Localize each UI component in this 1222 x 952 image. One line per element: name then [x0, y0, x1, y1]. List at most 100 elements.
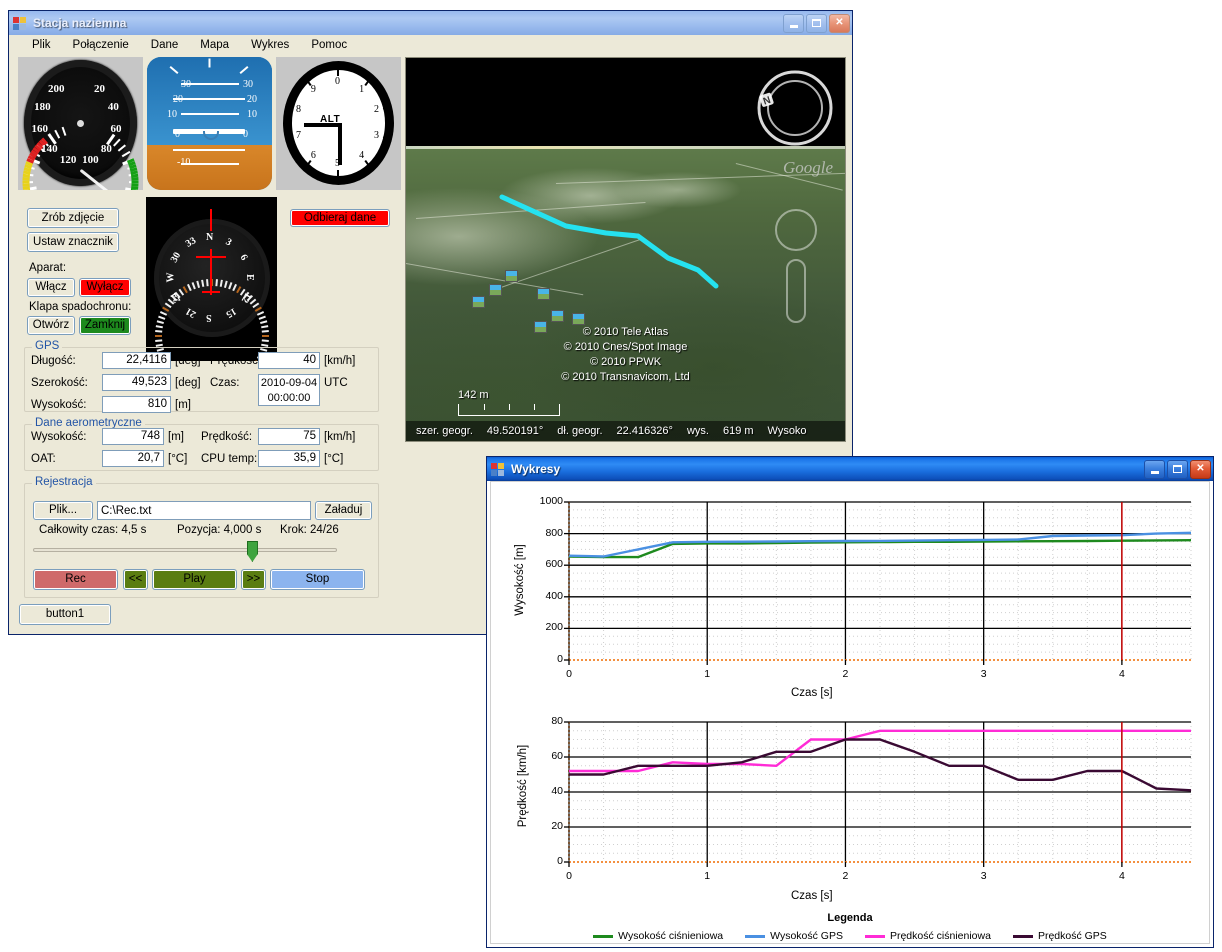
- legend-title: Legenda: [827, 912, 873, 924]
- photo-marker[interactable]: [472, 296, 485, 308]
- minimize-button[interactable]: [783, 13, 804, 33]
- navigation-compass-icon[interactable]: N: [749, 70, 833, 154]
- legend-swatch: [864, 934, 885, 938]
- aero-altitude-unit: [m]: [168, 431, 184, 443]
- x-tick-label: 0: [566, 668, 572, 680]
- gps-altitude-field[interactable]: 810: [102, 396, 171, 413]
- photo-marker[interactable]: [551, 310, 564, 322]
- airspeed-tick-label: 140: [41, 142, 58, 155]
- app-icon: [491, 462, 506, 476]
- parachute-label: Klapa spadochronu:: [29, 301, 132, 313]
- airspeed-tick-label: 60: [110, 122, 122, 135]
- recording-group-caption: Rejestracja: [32, 476, 96, 488]
- legend-swatch: [593, 934, 614, 938]
- maximize-button[interactable]: [806, 13, 827, 33]
- file-path-input[interactable]: C:\Rec.txt: [97, 501, 311, 520]
- compass: N 3 6 E 12 15 S 21 24 W 30 33: [146, 197, 277, 361]
- x-tick-label: 2: [842, 870, 849, 882]
- gps-longitude-unit: [deg]: [175, 355, 201, 367]
- aero-cpu-field[interactable]: 35,9: [258, 450, 320, 467]
- file-button[interactable]: Plik...: [33, 501, 93, 520]
- altimeter-tick-label: 9: [310, 83, 316, 95]
- load-button[interactable]: Załaduj: [315, 501, 372, 520]
- menu-item-mapa[interactable]: Mapa: [189, 37, 240, 53]
- gps-time-unit: UTC: [324, 377, 348, 389]
- photo-marker[interactable]: [537, 288, 550, 300]
- map-attribution-line: © 2010 Transnavicom, Ltd: [561, 371, 690, 383]
- gps-time-field[interactable]: 2010-09-04 00:00:00: [258, 374, 320, 406]
- map-lat-value: 49.520191°: [486, 425, 544, 437]
- charts-window-title: Wykresy: [511, 462, 561, 476]
- charts-window[interactable]: Wykresy ✕ Wysokość [m] Czas [s] 0 200 400 6…: [486, 456, 1214, 948]
- speed-chart[interactable]: Prędkość [km/h] Czas [s] 0 20 40 60 80 0 1 2 3 4: [491, 710, 1207, 910]
- compass-tick-label: N: [206, 232, 214, 243]
- photo-marker[interactable]: [572, 313, 585, 325]
- map-attribution-line: © 2010 PPWK: [589, 356, 662, 368]
- camera-on-button[interactable]: Włącz: [27, 278, 75, 297]
- menu-item-plik[interactable]: Plik: [21, 37, 62, 53]
- button1[interactable]: button1: [19, 604, 111, 625]
- map-elev-value: 619 m: [722, 425, 754, 437]
- next-button[interactable]: >>: [241, 569, 266, 590]
- gps-longitude-field[interactable]: 22,4116: [102, 352, 171, 369]
- aero-altitude-label: Wysokość:: [31, 431, 87, 443]
- minimize-button[interactable]: [1144, 459, 1165, 479]
- x-tick-label: 3: [980, 668, 987, 680]
- map-zoom-slider[interactable]: [775, 208, 817, 328]
- menu-item-dane[interactable]: Dane: [140, 37, 190, 53]
- parachute-open-button[interactable]: Otwórz: [27, 316, 75, 335]
- attitude-tick-label: -10: [177, 157, 191, 168]
- airspeed-tick-label: 40: [107, 100, 119, 113]
- aero-altitude-field[interactable]: 748: [102, 428, 164, 445]
- airspeed-tick-label: 100: [82, 154, 99, 167]
- map-status-bar: szer. geogr. 49.520191° dł. geogr. 22.41…: [406, 421, 845, 441]
- charts-titlebar[interactable]: Wykresy ✕: [487, 457, 1213, 481]
- maximize-button[interactable]: [1167, 459, 1188, 479]
- gps-time-label: Czas:: [210, 377, 240, 389]
- menu-bar[interactable]: Plik Połączenie Dane Mapa Wykres Pomoc: [9, 35, 852, 55]
- compass-tick-label: S: [206, 312, 212, 323]
- menu-item-pomoc[interactable]: Pomoc: [300, 37, 358, 53]
- camera-off-button[interactable]: Wyłącz: [79, 278, 131, 297]
- receive-data-button[interactable]: Odbieraj dane: [290, 209, 390, 227]
- gps-latitude-field[interactable]: 49,523: [102, 374, 171, 391]
- stop-button[interactable]: Stop: [270, 569, 365, 590]
- gps-speed-unit: [km/h]: [324, 355, 356, 367]
- play-button[interactable]: Play: [152, 569, 237, 590]
- gps-latitude-label: Szerokość:: [31, 377, 88, 389]
- legend-item: Wysokość GPS: [745, 930, 843, 942]
- y-tick-label: 800: [545, 526, 563, 539]
- menu-item-polaczenie[interactable]: Połączenie: [62, 37, 140, 53]
- aero-speed-field[interactable]: 75: [258, 428, 320, 445]
- attitude-tick-label: 30: [181, 79, 191, 90]
- parachute-close-button[interactable]: Zamknij: [79, 316, 131, 335]
- altimeter-tick-label: 7: [296, 129, 301, 141]
- map-view[interactable]: N Google © 2010 Tele Atlas © 2010 Cnes/S…: [405, 57, 846, 442]
- slider-thumb[interactable]: [246, 541, 258, 562]
- take-photo-button[interactable]: Zrób zdjęcie: [27, 208, 119, 228]
- prev-button[interactable]: <<: [123, 569, 148, 590]
- airspeed-tick-label: 80: [100, 142, 112, 155]
- playback-slider[interactable]: [33, 541, 337, 563]
- rec-button[interactable]: Rec: [33, 569, 118, 590]
- map-lat-label: szer. geogr.: [416, 425, 473, 437]
- close-button[interactable]: ✕: [829, 13, 850, 33]
- map-lon-label: dł. geogr.: [557, 425, 603, 437]
- menu-item-wykres[interactable]: Wykres: [240, 37, 300, 53]
- main-titlebar[interactable]: Stacja naziemna ✕: [9, 11, 852, 35]
- y-tick-label: 80: [551, 715, 563, 727]
- close-button[interactable]: ✕: [1190, 459, 1211, 479]
- set-marker-button[interactable]: Ustaw znacznik: [27, 232, 119, 252]
- airspeed-tick-label: 180: [34, 100, 51, 113]
- photo-marker[interactable]: [489, 284, 502, 296]
- x-tick-label: 1: [704, 668, 711, 680]
- photo-marker[interactable]: [505, 270, 518, 282]
- altimeter-tick-label: 4: [359, 150, 365, 162]
- altitude-chart[interactable]: Wysokość [m] Czas [s] 0 200 400 600 800 1000 0…: [491, 490, 1207, 710]
- legend-item: Wysokość ciśnieniowa: [593, 930, 723, 942]
- aero-oat-field[interactable]: 20,7: [102, 450, 164, 467]
- y-tick-label: 200: [545, 621, 563, 634]
- attitude-tick-label: 20: [173, 94, 183, 105]
- gps-speed-field[interactable]: 40: [258, 352, 320, 369]
- altimeter-tick-label: 6: [310, 150, 316, 162]
